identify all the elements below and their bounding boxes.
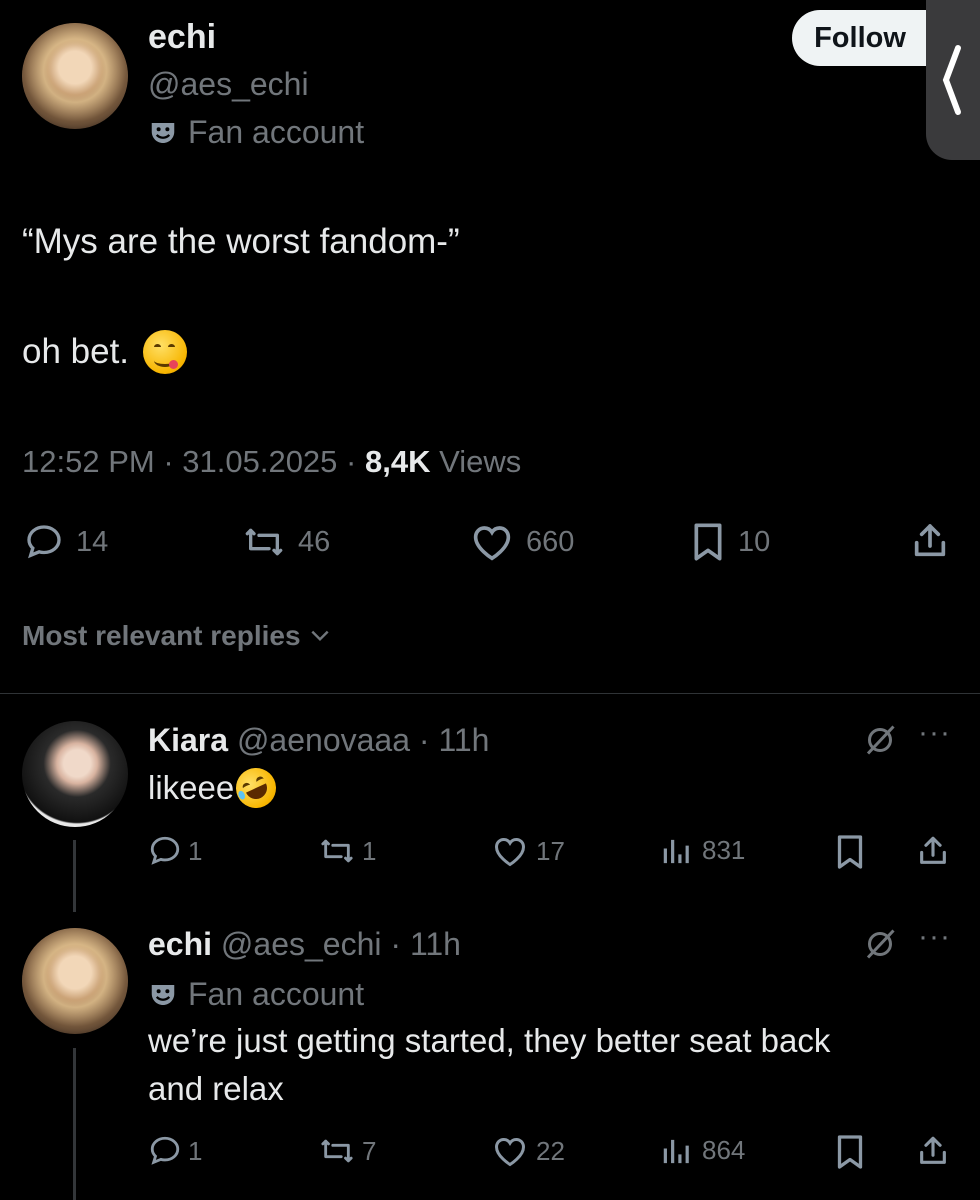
bookmark-icon [694, 523, 722, 561]
reply-share-button[interactable] [916, 1132, 950, 1170]
replies-sort-dropdown[interactable]: Most relevant replies [22, 620, 331, 652]
reply-age[interactable]: 11h [410, 926, 461, 962]
reply-text: likeee [148, 761, 283, 815]
fan-account-badge: Fan account [148, 114, 364, 151]
views-chart-icon [663, 839, 689, 864]
reply-text-line-2: and relax [148, 1070, 284, 1107]
views-label: Views [439, 444, 522, 479]
repost-icon [321, 839, 353, 863]
follow-button[interactable]: Follow [792, 10, 928, 66]
heart-icon [494, 837, 526, 867]
share-button[interactable] [910, 520, 950, 562]
views-count: 8,4K [364, 444, 431, 479]
fan-account-label: Fan account [188, 976, 365, 1012]
reply-views-button[interactable]: 831 [662, 834, 745, 866]
reply-handle[interactable]: @aes_echi [221, 926, 382, 962]
side-panel-handle[interactable] [926, 0, 980, 160]
reply-icon [27, 525, 61, 559]
bookmark-icon [837, 835, 863, 869]
views-count: 864 [702, 1134, 746, 1165]
author-handle[interactable]: @aes_echi [148, 66, 309, 103]
reply-icon [150, 836, 180, 865]
reply-button[interactable]: 14 [24, 522, 108, 562]
like-count: 17 [536, 835, 565, 866]
reply-avatar[interactable] [22, 928, 128, 1034]
like-button[interactable]: 660 [470, 522, 574, 562]
reply-display-name[interactable]: Kiara [148, 722, 228, 758]
reply-views-button[interactable]: 864 [662, 1134, 745, 1166]
repost-icon [321, 1139, 353, 1163]
tweet-text-line-2: oh bet. [22, 330, 188, 374]
reply-count: 14 [76, 525, 109, 558]
tweet-meta: 12:52 PM · 31.05.2025 · 8,4K Views [22, 444, 522, 479]
theater-mask-icon [151, 984, 175, 1005]
reply-handle[interactable]: @aenovaaa [237, 722, 410, 758]
bookmark-count: 10 [738, 525, 771, 558]
tweet-text-oh-bet: oh bet. [22, 332, 130, 371]
reply-like-button[interactable]: 17 [492, 834, 565, 868]
share-icon [920, 836, 946, 864]
yum-face-emoji [143, 330, 188, 374]
reply-icon [150, 1136, 180, 1165]
reply-text-content: likeee [148, 769, 235, 806]
thread-line [73, 1048, 76, 1200]
grok-icon[interactable] [862, 722, 898, 758]
repost-count: 46 [298, 525, 331, 558]
thread-line [73, 840, 76, 912]
tweet-text-line-1: “Mys are the worst fandom-” [22, 222, 460, 261]
bookmark-icon [837, 1135, 863, 1169]
reply-reply-button[interactable]: 1 [148, 834, 202, 868]
reply-header: Kiara @aenovaaa · 11h [148, 722, 490, 758]
reply-count: 1 [188, 1135, 203, 1166]
tweet-date[interactable]: 31.05.2025 [182, 444, 337, 479]
more-options-icon[interactable]: ··· [918, 716, 951, 750]
fan-account-label: Fan account [188, 114, 365, 150]
reply-text-line-1: we’re just getting started, they better … [148, 1022, 831, 1059]
reply-bookmark-button[interactable] [834, 1134, 866, 1170]
author-display-name[interactable]: echi [148, 18, 216, 57]
tweet-time[interactable]: 12:52 PM [22, 444, 155, 479]
share-icon [914, 524, 946, 557]
grok-icon[interactable] [862, 926, 898, 962]
reply-repost-button[interactable]: 7 [318, 1134, 376, 1168]
rolling-laughing-emoji [229, 761, 283, 815]
theater-mask-icon [151, 122, 175, 143]
reply-count: 1 [188, 835, 203, 866]
author-avatar[interactable] [22, 23, 128, 129]
heart-icon [473, 526, 511, 561]
views-chart-icon [663, 1139, 689, 1164]
like-count: 22 [536, 1135, 565, 1166]
replies-sort-label: Most relevant replies [22, 620, 301, 651]
repost-icon [245, 528, 283, 556]
reply-header: echi @aes_echi · 11h [148, 926, 461, 962]
like-count: 660 [526, 525, 575, 558]
heart-icon [494, 1137, 526, 1167]
reply-display-name[interactable]: echi [148, 926, 212, 962]
chevron-down-icon [311, 630, 329, 642]
repost-count: 1 [362, 835, 377, 866]
reply-reply-button[interactable]: 1 [148, 1134, 202, 1168]
reply-like-button[interactable]: 22 [492, 1134, 565, 1168]
reply-repost-button[interactable]: 1 [318, 834, 376, 868]
repost-count: 7 [362, 1135, 377, 1166]
repost-button[interactable]: 46 [242, 522, 330, 562]
bookmark-button[interactable]: 10 [690, 522, 770, 562]
reply-share-button[interactable] [916, 832, 950, 870]
views-count: 831 [702, 834, 746, 865]
share-icon [920, 1136, 946, 1164]
reply-avatar[interactable] [22, 721, 128, 827]
replies-divider [0, 693, 980, 694]
reply-age[interactable]: 11h [438, 722, 489, 758]
reply-bookmark-button[interactable] [834, 834, 866, 870]
fan-account-badge: Fan account [148, 976, 364, 1013]
more-options-icon[interactable]: ··· [918, 920, 951, 954]
chevron-left-icon [942, 45, 961, 115]
